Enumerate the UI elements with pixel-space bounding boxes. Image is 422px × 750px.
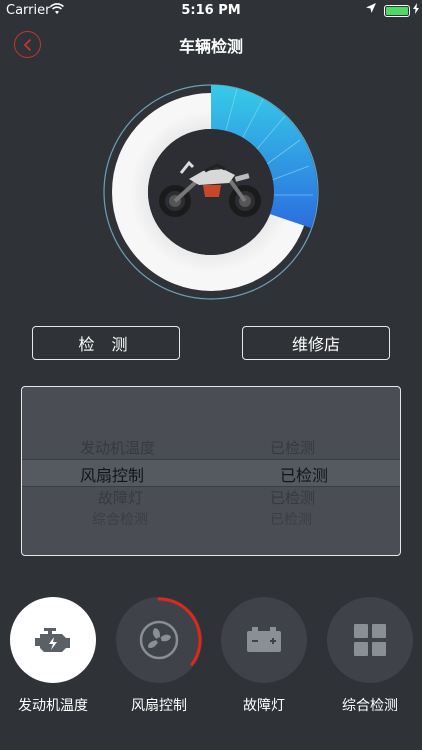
clock: 5:16 PM: [181, 3, 241, 18]
engine-icon: [35, 628, 70, 652]
charging-icon: [413, 3, 419, 17]
tab-fault-light[interactable]: 故障灯: [221, 597, 307, 715]
tab-circle: [327, 597, 413, 683]
tab-circle: [116, 597, 202, 683]
detection-gauge: [95, 83, 327, 301]
picker-item-status: 已检测: [270, 512, 312, 528]
tab-circle: [10, 597, 96, 683]
grid-icon: [354, 624, 386, 656]
detect-button[interactable]: 检 测: [32, 326, 180, 360]
picker-row[interactable]: 故障灯 已检测: [22, 487, 400, 511]
page-title: 车辆检测: [178, 37, 243, 56]
picker-item-name: 风扇控制: [80, 466, 145, 485]
battery-icon: [384, 5, 410, 17]
picker-item-status: 已检测: [270, 439, 316, 457]
picker-item-name: 故障灯: [98, 489, 144, 507]
picker-row[interactable]: 发动机温度 已检测: [22, 437, 400, 461]
picker-item-name: 发动机温度: [80, 439, 156, 457]
tab-engine-temperature[interactable]: 发动机温度: [10, 597, 96, 715]
picker-item-status: 已检测: [280, 466, 329, 485]
tab-circle: [221, 597, 307, 683]
fan-progress-ring: [116, 597, 202, 683]
picker-item-name: 综合检测: [92, 512, 148, 528]
picker-item-status: 已检测: [270, 489, 316, 507]
tab-fan-control[interactable]: 风扇控制: [116, 597, 202, 715]
tab-label: 发动机温度: [18, 698, 88, 714]
tab-label: 风扇控制: [131, 698, 187, 714]
repair-shop-button[interactable]: 维修店: [242, 326, 390, 360]
tab-comprehensive-check[interactable]: 综合检测: [327, 597, 413, 715]
picker-row-selected[interactable]: 风扇控制 已检测: [22, 462, 400, 486]
picker-row[interactable]: 综合检测 已检测: [22, 509, 400, 533]
tab-label: 综合检测: [342, 698, 398, 714]
location-icon: [366, 3, 376, 16]
battery-icon: [247, 627, 281, 652]
detection-picker[interactable]: 发动机温度 已检测 风扇控制 已检测 故障灯 已检测 综合检测 已检测: [21, 386, 401, 556]
status-bar: Carrier 5:16 PM: [0, 0, 422, 22]
tab-label: 故障灯: [243, 698, 285, 714]
